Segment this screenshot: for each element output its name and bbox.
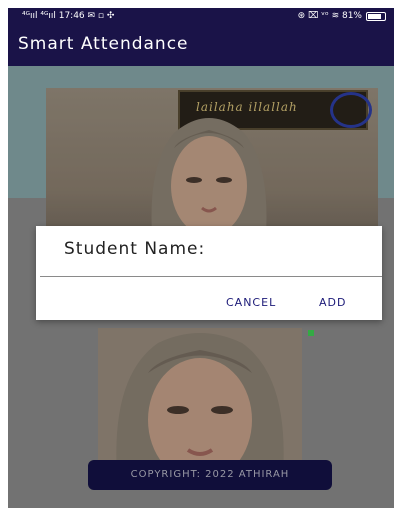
device-screen: ⁴ᴳııl ⁴ᴳııl 17:46 ✉ ▫ ✣ ⊛ ⌧ ᵛᵒ ≋ 81% Sma…	[8, 8, 394, 508]
battery-icon	[366, 11, 386, 21]
student-name-dialog: Student Name: CANCEL ADD	[36, 226, 382, 320]
app-bar: Smart Attendance	[8, 26, 394, 66]
dialog-title: Student Name:	[64, 239, 206, 259]
status-bar-right-text: ⊛ ⌧ ᵛᵒ ≋ 81%	[297, 11, 362, 21]
add-button[interactable]: ADD	[319, 296, 346, 309]
student-name-input[interactable]	[40, 274, 382, 277]
cancel-button[interactable]: CANCEL	[226, 296, 276, 309]
status-bar-left: ⁴ᴳııl ⁴ᴳııl 17:46 ✉ ▫ ✣	[22, 11, 115, 21]
app-title: Smart Attendance	[18, 34, 189, 54]
status-bar: ⁴ᴳııl ⁴ᴳııl 17:46 ✉ ▫ ✣ ⊛ ⌧ ᵛᵒ ≋ 81%	[8, 8, 394, 26]
status-indicator	[308, 330, 314, 336]
status-bar-right: ⊛ ⌧ ᵛᵒ ≋ 81%	[298, 11, 386, 21]
